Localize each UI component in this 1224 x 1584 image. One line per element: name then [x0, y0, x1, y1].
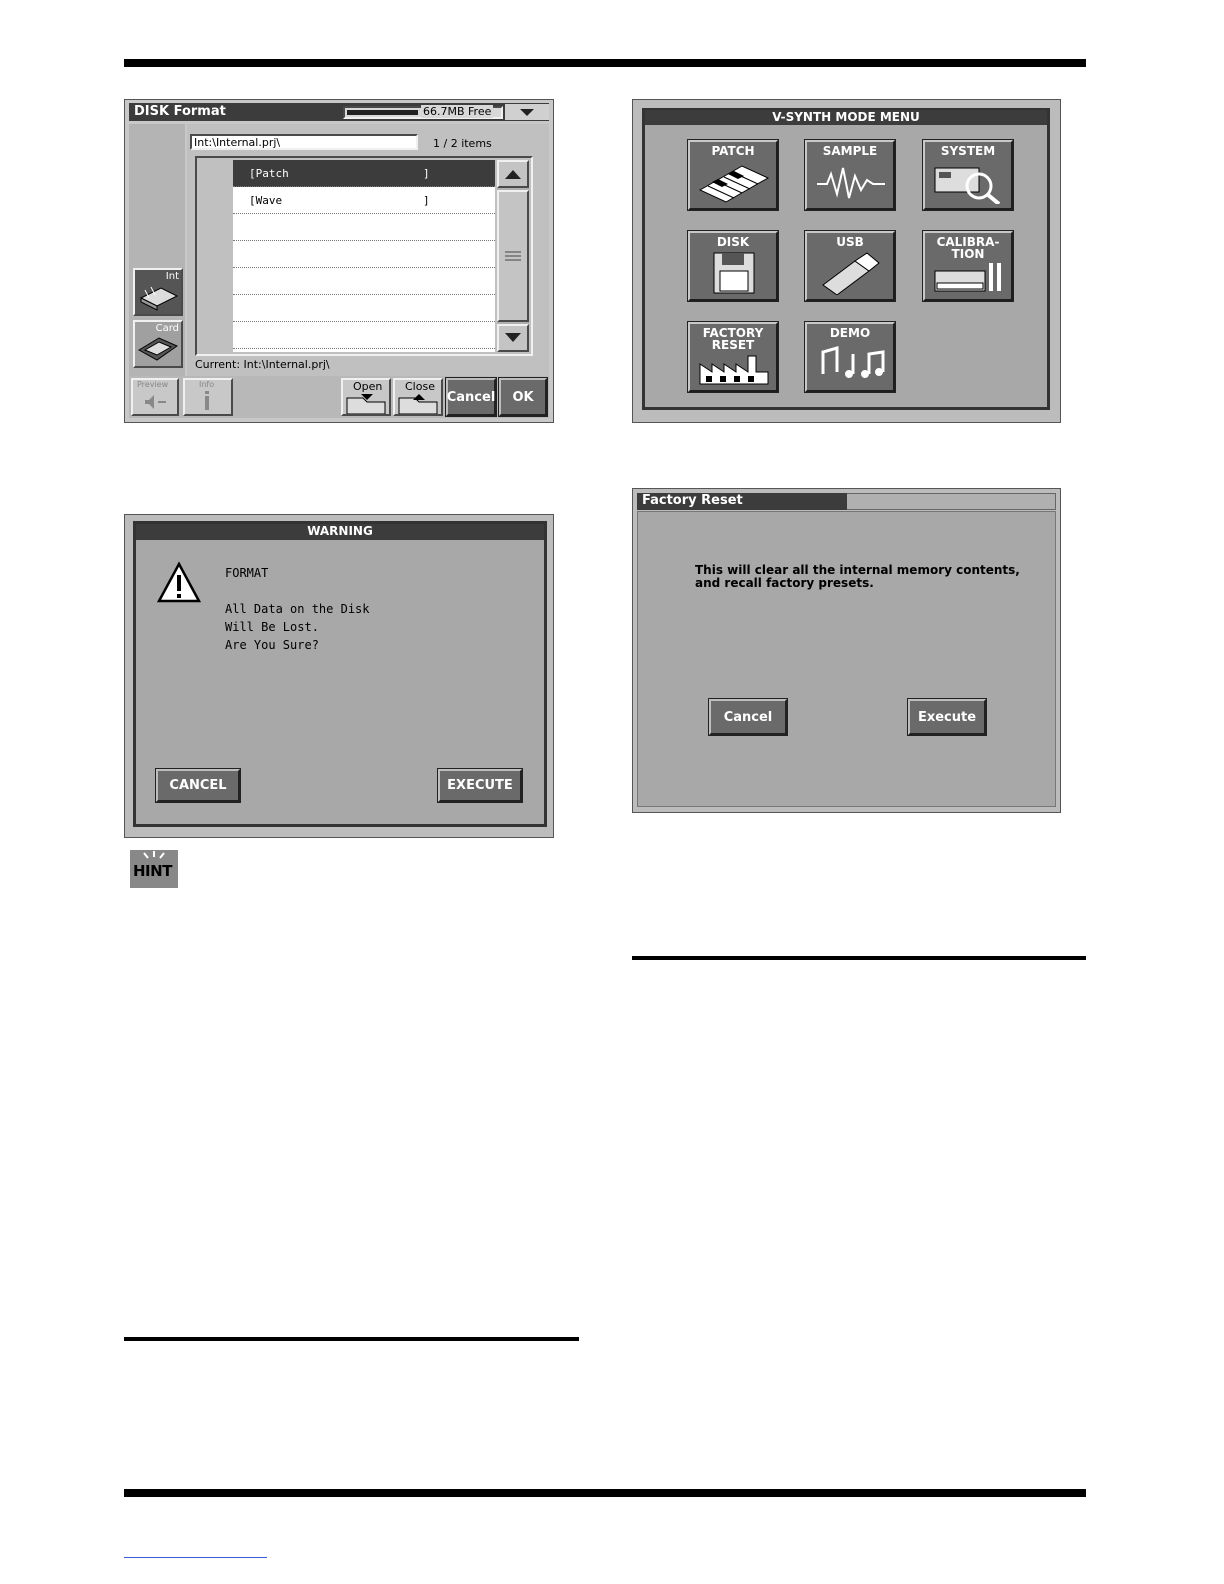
- factory-reset-cancel-button[interactable]: Cancel: [708, 698, 788, 736]
- preview-button[interactable]: Preview: [131, 378, 179, 416]
- factory-icon: [699, 355, 769, 385]
- list-item-name: [Wave: [249, 194, 283, 207]
- mode-patch-button[interactable]: PATCH: [687, 139, 779, 211]
- factory-reset-screen: Factory Reset This will clear all the in…: [632, 488, 1061, 813]
- factory-reset-message-line-2: and recall factory presets.: [695, 576, 874, 590]
- list-item[interactable]: [233, 295, 495, 322]
- scroll-thumb[interactable]: [497, 190, 529, 322]
- footer-link-underline: [124, 1557, 267, 1558]
- calibration-tools-icon: [934, 263, 1001, 292]
- bottom-rule: [124, 1489, 1086, 1497]
- cancel-button[interactable]: Cancel: [445, 377, 497, 417]
- mode-usb-label: USB: [836, 235, 864, 249]
- right-section-rule: [632, 956, 1086, 960]
- warning-message: FORMAT All Data on the Disk Will Be Lost…: [225, 564, 370, 654]
- warning-line-1: FORMAT: [225, 566, 269, 580]
- memory-chip-icon: [139, 286, 179, 311]
- warning-title: WARNING: [307, 524, 373, 538]
- list-item[interactable]: [233, 241, 495, 268]
- music-notes-icon: [821, 346, 885, 378]
- factory-reset-body: [637, 511, 1056, 807]
- waveform-icon: [817, 167, 885, 199]
- scroll-up-button[interactable]: [497, 160, 529, 188]
- disk-format-titlebar: DISK Format 66.7MB Free: [129, 103, 549, 121]
- mode-disk-label: DISK: [716, 235, 750, 249]
- dropdown-button[interactable]: [505, 104, 549, 120]
- list-item-name: [Patch: [249, 167, 289, 180]
- factory-reset-title: Factory Reset: [642, 493, 743, 508]
- mode-menu-screen: V-SYNTH MODE MENU PATCH SAMPLE SYSTEM DI…: [632, 99, 1061, 423]
- hint-badge: HINT: [130, 850, 178, 888]
- arrow-up-icon: [505, 170, 521, 179]
- mode-demo-label: DEMO: [829, 326, 871, 340]
- ok-button[interactable]: OK: [498, 377, 548, 417]
- warning-execute-button[interactable]: EXECUTE: [437, 768, 523, 803]
- mode-menu-title: V-SYNTH MODE MENU: [772, 110, 920, 124]
- warning-titlebar: WARNING: [136, 524, 544, 540]
- list-item[interactable]: [233, 214, 495, 241]
- synth-magnifier-icon: [934, 167, 1001, 204]
- path-field[interactable]: Int:\Internal.prj\: [190, 134, 418, 150]
- free-space-track: [347, 110, 415, 115]
- warning-screen: WARNING FORMAT All Data on the Disk Will…: [124, 514, 554, 838]
- items-count: 1 / 2 items: [433, 137, 492, 150]
- list-item[interactable]: [233, 268, 495, 295]
- mode-calibration-button[interactable]: CALIBRA- TION: [922, 230, 1014, 302]
- path-text: Int:\Internal.prj\: [194, 136, 281, 149]
- factory-reset-execute-button[interactable]: Execute: [907, 698, 987, 736]
- lightbulb-rays-icon: [143, 851, 165, 859]
- usb-plug-icon: [822, 252, 880, 295]
- current-path: Current: Int:\Internal.prj\: [195, 358, 330, 371]
- list-item-end: ]: [423, 194, 430, 207]
- top-rule: [124, 59, 1086, 67]
- mode-patch-label: PATCH: [711, 144, 755, 158]
- list-item[interactable]: [Wave ]: [233, 187, 495, 214]
- free-space-text: 66.7MB Free: [421, 105, 494, 118]
- warning-line-2: All Data on the Disk: [225, 602, 370, 616]
- mode-system-button[interactable]: SYSTEM: [922, 139, 1014, 211]
- memory-card-icon: [138, 337, 179, 361]
- disk-format-title: DISK Format: [134, 104, 226, 119]
- list-item[interactable]: [233, 322, 495, 349]
- mode-sample-button[interactable]: SAMPLE: [804, 139, 896, 211]
- file-list: [Patch ] [Wave ]: [195, 156, 533, 356]
- factory-reset-message: This will clear all the internal memory …: [695, 564, 1020, 590]
- preview-label: Preview: [137, 380, 169, 389]
- scrollbar[interactable]: [497, 160, 529, 352]
- close-label: Close: [405, 380, 435, 393]
- close-folder-button[interactable]: Close: [393, 378, 443, 416]
- floppy-disk-icon: [713, 252, 755, 294]
- open-button[interactable]: Open: [341, 378, 391, 416]
- warning-cancel-button[interactable]: CANCEL: [155, 768, 241, 803]
- piano-keys-icon: [698, 165, 770, 203]
- arrow-down-icon: [505, 333, 521, 342]
- file-list-rows: [Patch ] [Wave ]: [233, 160, 495, 352]
- mode-disk-button[interactable]: DISK: [687, 230, 779, 302]
- open-label: Open: [353, 380, 383, 393]
- left-section-rule: [124, 1337, 579, 1341]
- scroll-down-button[interactable]: [497, 324, 529, 352]
- list-item[interactable]: [Patch ]: [233, 160, 495, 187]
- warning-icon: [157, 561, 201, 603]
- mode-system-label: SYSTEM: [940, 144, 996, 158]
- mode-usb-button[interactable]: USB: [804, 230, 896, 302]
- warning-line-3: Will Be Lost.: [225, 620, 319, 634]
- warning-line-4: Are You Sure?: [225, 638, 319, 652]
- chevron-down-icon: [520, 109, 534, 116]
- mode-menu-titlebar: V-SYNTH MODE MENU: [645, 110, 1047, 125]
- hint-label: HINT: [133, 862, 172, 880]
- storage-int-button[interactable]: Int: [133, 268, 183, 316]
- factory-reset-titlebar: Factory Reset: [637, 493, 847, 510]
- mode-demo-button[interactable]: DEMO: [804, 321, 896, 393]
- storage-card-button[interactable]: Card: [133, 320, 183, 368]
- disk-format-screen: DISK Format 66.7MB Free Int Card Int:\In…: [124, 99, 554, 423]
- info-button[interactable]: Info: [183, 378, 233, 416]
- mode-sample-label: SAMPLE: [822, 144, 878, 158]
- mode-factory-reset-button[interactable]: FACTORY RESET: [687, 321, 779, 393]
- list-item-end: ]: [423, 167, 430, 180]
- grip-icon: [505, 251, 521, 261]
- info-label: Info: [199, 380, 215, 389]
